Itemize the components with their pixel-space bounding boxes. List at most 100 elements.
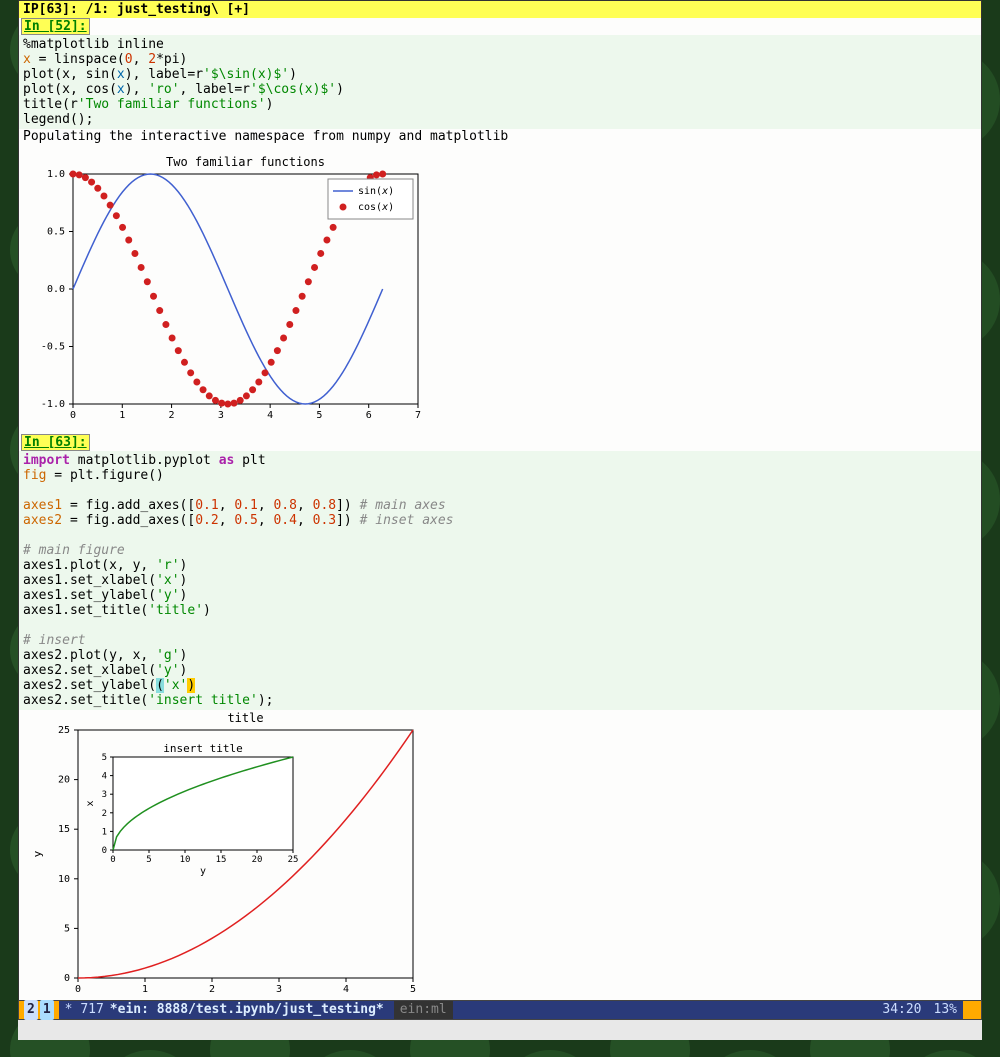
svg-text:insert title: insert title <box>163 742 242 755</box>
cell-output-text: Populating the interactive namespace fro… <box>19 129 981 144</box>
svg-text:4: 4 <box>343 984 349 995</box>
code-cell-52[interactable]: %matplotlib inline x = linspace(0, 2*pi)… <box>19 35 981 129</box>
code-token: ) <box>336 82 344 97</box>
code-token: axes2.set_ylabel( <box>23 678 156 693</box>
svg-text:cos(x): cos(x) <box>358 202 394 213</box>
window-number-2: 2 <box>24 1000 38 1020</box>
svg-text:5: 5 <box>316 410 322 421</box>
code-token: # main figure <box>23 543 125 558</box>
code-token: 0.3 <box>313 513 336 528</box>
mode-line: 2 1 * 717 *ein: 8888/test.ipynb/just_tes… <box>18 1000 982 1020</box>
code-token: x <box>23 52 31 67</box>
svg-text:0: 0 <box>64 973 70 984</box>
code-token: matplotlib.pyplot <box>70 453 219 468</box>
svg-text:10: 10 <box>180 855 191 865</box>
cell-prompt-52: In [52]: <box>21 18 90 35</box>
code-token: *pi) <box>156 52 187 67</box>
code-token: fig <box>23 468 46 483</box>
svg-text:0.5: 0.5 <box>47 227 65 238</box>
svg-text:2: 2 <box>209 984 215 995</box>
code-token: ]) <box>336 498 359 513</box>
code-token: 0.5 <box>234 513 257 528</box>
svg-text:3: 3 <box>276 984 282 995</box>
code-token: as <box>219 453 235 468</box>
buffer-name: *ein: 8888/test.ipynb/just_testing* <box>110 1000 384 1020</box>
svg-text:y: y <box>200 866 206 877</box>
svg-text:-1.0: -1.0 <box>41 399 65 410</box>
svg-text:20: 20 <box>252 855 263 865</box>
svg-text:6: 6 <box>366 410 372 421</box>
window-number-1: 1 <box>40 1000 54 1020</box>
svg-text:1: 1 <box>102 827 107 837</box>
svg-text:5: 5 <box>64 923 70 934</box>
echo-area <box>18 1020 982 1040</box>
svg-text:0: 0 <box>75 984 81 995</box>
code-token: 'y' <box>156 588 179 603</box>
code-token: axes2 <box>23 513 62 528</box>
code-token: 0.8 <box>273 498 296 513</box>
svg-text:x: x <box>85 800 96 806</box>
code-token: # insert <box>23 633 86 648</box>
code-token: = fig.add_axes([ <box>62 513 195 528</box>
modified-indicator: * 717 <box>59 1000 110 1020</box>
svg-text:1.0: 1.0 <box>47 169 65 180</box>
svg-text:4: 4 <box>102 772 107 782</box>
code-token: ) <box>180 648 188 663</box>
code-token: '$\sin(x)$' <box>203 67 289 82</box>
svg-text:0.0: 0.0 <box>47 284 65 295</box>
code-token: 'y' <box>156 663 179 678</box>
svg-text:7: 7 <box>415 410 421 421</box>
svg-text:10: 10 <box>58 874 70 885</box>
svg-text:Two familiar functions: Two familiar functions <box>166 155 325 169</box>
editor-pane[interactable]: IP[63]: /1: just_testing\ [+] In [52]: %… <box>18 0 982 1020</box>
code-token: ) <box>266 97 274 112</box>
code-token: ) <box>180 663 188 678</box>
code-token: plot(x, cos( <box>23 82 117 97</box>
svg-text:1: 1 <box>119 410 125 421</box>
svg-text:0: 0 <box>102 846 107 856</box>
code-token: = fig.add_axes([ <box>62 498 195 513</box>
svg-text:title: title <box>227 711 263 725</box>
code-token: 2 <box>148 52 156 67</box>
editor-content[interactable]: In [52]: %matplotlib inline x = linspace… <box>19 18 981 1010</box>
code-token: 'r' <box>156 558 179 573</box>
svg-text:1: 1 <box>142 984 148 995</box>
code-token: x <box>117 82 125 97</box>
chart-output-1: 01234567-1.0-0.50.00.51.0Two familiar fu… <box>19 144 981 434</box>
code-token: ), <box>125 82 148 97</box>
code-token: x <box>117 67 125 82</box>
code-token: title(r <box>23 97 78 112</box>
code-token: 'ro' <box>148 82 179 97</box>
code-token: = linspace( <box>31 52 125 67</box>
code-token: 0.8 <box>313 498 336 513</box>
code-token: 'x' <box>156 573 179 588</box>
sine-cosine-chart: 01234567-1.0-0.50.00.51.0Two familiar fu… <box>23 154 423 424</box>
code-token: plot(x, sin( <box>23 67 117 82</box>
svg-text:20: 20 <box>58 775 70 786</box>
cell-prompt-63: In [63]: <box>21 434 90 451</box>
code-token: ) <box>180 588 188 603</box>
code-token: , <box>133 52 149 67</box>
svg-text:-0.5: -0.5 <box>41 342 65 353</box>
code-cell-63[interactable]: import matplotlib.pyplot as plt fig = pl… <box>19 451 981 710</box>
svg-text:0: 0 <box>70 410 76 421</box>
code-token: # main axes <box>360 498 446 513</box>
code-token: ), label=r <box>125 67 203 82</box>
svg-text:25: 25 <box>288 855 299 865</box>
scroll-percent: 13% <box>928 1000 963 1020</box>
chart-output-2: 0123450510152025titlexy0510152025012345i… <box>19 710 981 1010</box>
code-token: axes1 <box>23 498 62 513</box>
code-token: axes1.set_title( <box>23 603 148 618</box>
svg-text:sin(x): sin(x) <box>358 186 394 197</box>
code-token: axes1.set_ylabel( <box>23 588 156 603</box>
code-token: , <box>297 513 313 528</box>
code-token: = plt.figure() <box>46 468 163 483</box>
svg-text:5: 5 <box>102 753 107 763</box>
code-token: ) <box>180 558 188 573</box>
code-token: 'insert title' <box>148 693 258 708</box>
powerline-end <box>963 1001 981 1019</box>
code-token: 'x' <box>164 678 187 693</box>
svg-text:15: 15 <box>58 824 70 835</box>
code-token: # inset axes <box>360 513 454 528</box>
svg-text:3: 3 <box>218 410 224 421</box>
